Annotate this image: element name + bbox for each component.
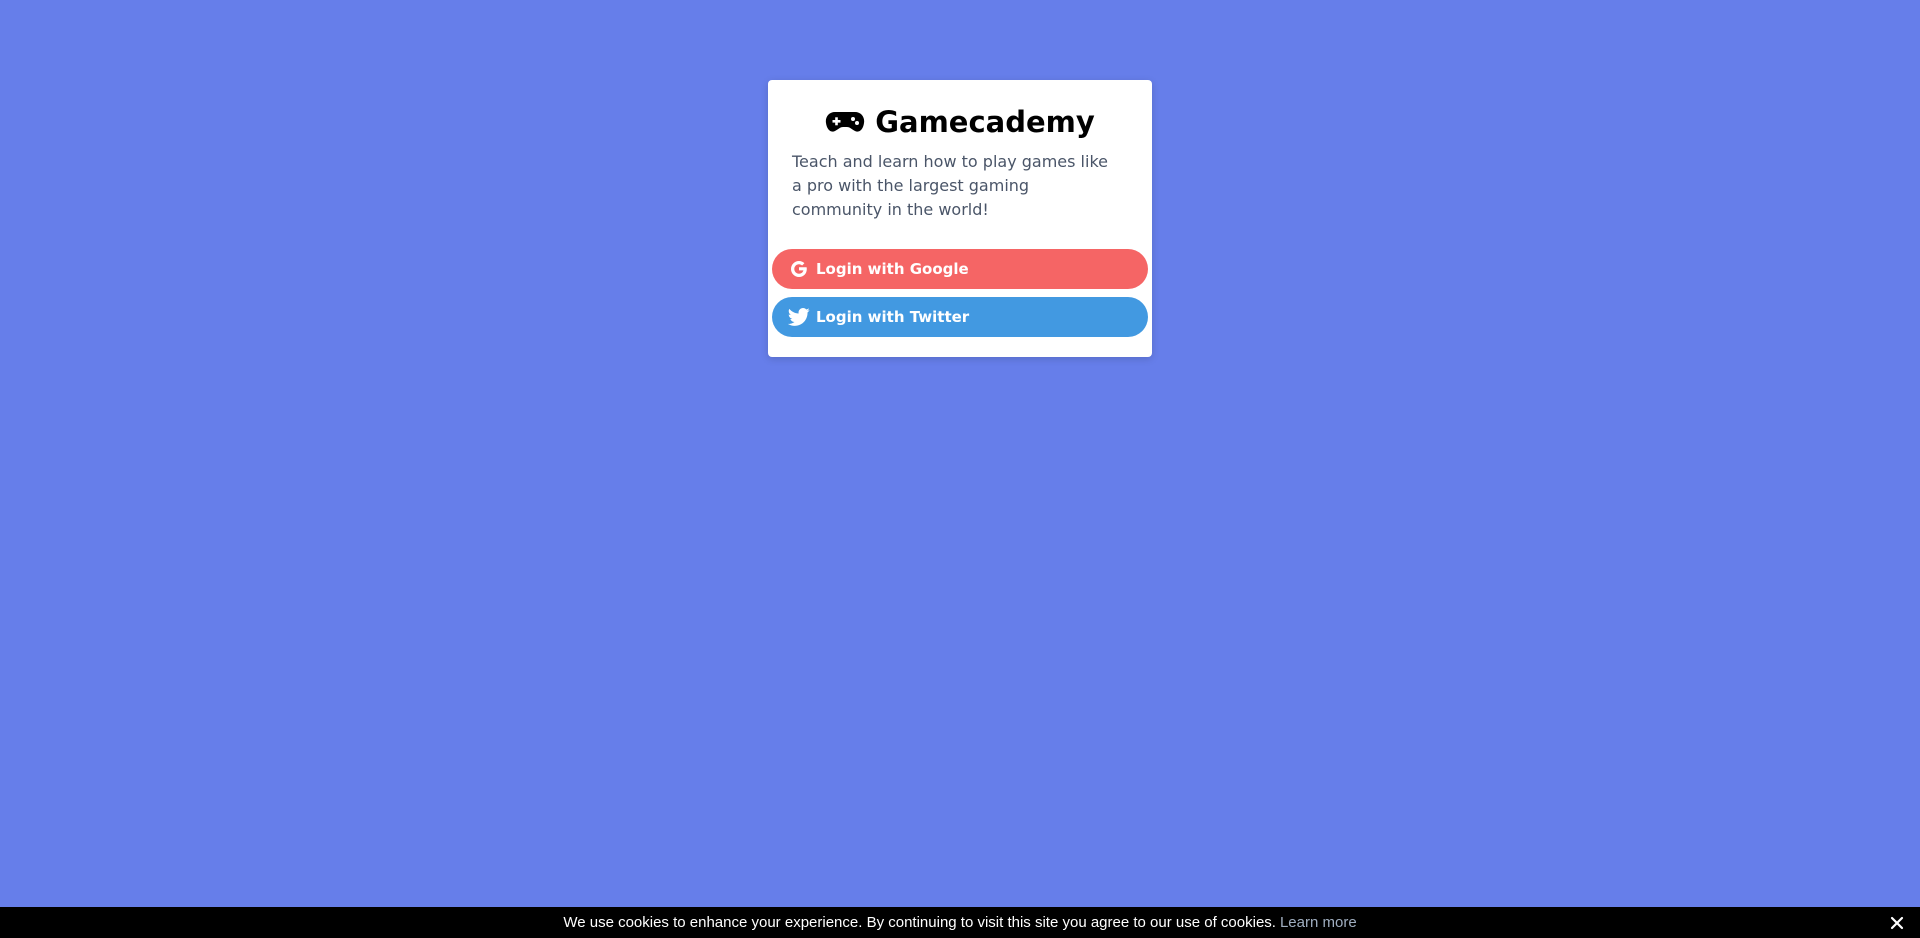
login-card: Gamecademy Teach and learn how to play g… [768,80,1152,357]
page-title: Gamecademy [875,105,1095,139]
brand-header: Gamecademy [768,102,1152,142]
cookie-message: We use cookies to enhance your experienc… [563,914,1276,931]
learn-more-link[interactable]: Learn more [1280,914,1357,931]
gamepad-icon [825,110,865,134]
tagline-text: Teach and learn how to play games like a… [792,152,1108,219]
close-icon[interactable] [1890,916,1904,930]
login-google-button[interactable]: Login with Google [772,249,1148,289]
login-twitter-label: Login with Twitter [816,308,970,326]
login-twitter-button[interactable]: Login with Twitter [772,297,1148,337]
login-google-label: Login with Google [816,260,969,278]
google-icon [788,258,810,280]
cookie-banner: We use cookies to enhance your experienc… [0,907,1920,938]
twitter-icon [788,306,810,328]
